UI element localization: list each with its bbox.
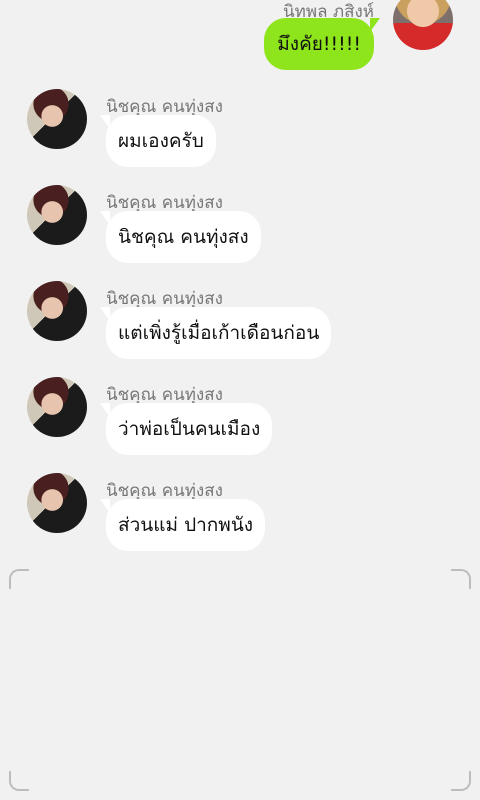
message-bubble[interactable]: แต่เพิ่งรู้เมื่อเก้าเดือนก่อน <box>99 307 332 359</box>
avatar[interactable] <box>27 185 87 245</box>
incoming-message: นิชคุณ คนทุ่งสง ว่าพ่อเป็นคนเมือง <box>0 377 480 467</box>
frame-corner <box>9 771 29 791</box>
frame-corner <box>451 569 471 589</box>
message-bubble[interactable]: ว่าพ่อเป็นคนเมือง <box>99 403 273 455</box>
message-bubble[interactable]: มึงคัย!!!!! <box>264 18 380 70</box>
avatar[interactable] <box>27 89 87 149</box>
incoming-message: นิชคุณ คนทุ่งสง แต่เพิ่งรู้เมื่อเก้าเดือ… <box>0 281 480 371</box>
avatar[interactable] <box>393 0 453 50</box>
avatar[interactable] <box>27 377 87 437</box>
message-bubble[interactable]: ผมเองครับ <box>100 115 216 167</box>
avatar[interactable] <box>27 473 87 533</box>
frame-corner <box>451 771 471 791</box>
message-compose-area[interactable] <box>9 569 471 791</box>
message-bubble[interactable]: นิชคุณ คนทุ่งสง <box>100 211 261 263</box>
chat-area: นิทพล ภูสิงห์ มึงคัย!!!!! นิชคุณ คนทุ่งส… <box>0 0 480 560</box>
avatar[interactable] <box>27 281 87 341</box>
outgoing-message: นิทพล ภูสิงห์ มึงคัย!!!!! <box>0 0 480 80</box>
incoming-message: นิชคุณ คนทุ่งสง นิชคุณ คนทุ่งสง <box>0 185 480 275</box>
incoming-message: นิชคุณ คนทุ่งสง ส่วนแม่ ปากพนัง <box>0 473 480 563</box>
incoming-message: นิชคุณ คนทุ่งสง ผมเองครับ <box>0 89 480 179</box>
message-bubble[interactable]: ส่วนแม่ ปากพนัง <box>99 499 266 551</box>
frame-corner <box>9 569 29 589</box>
